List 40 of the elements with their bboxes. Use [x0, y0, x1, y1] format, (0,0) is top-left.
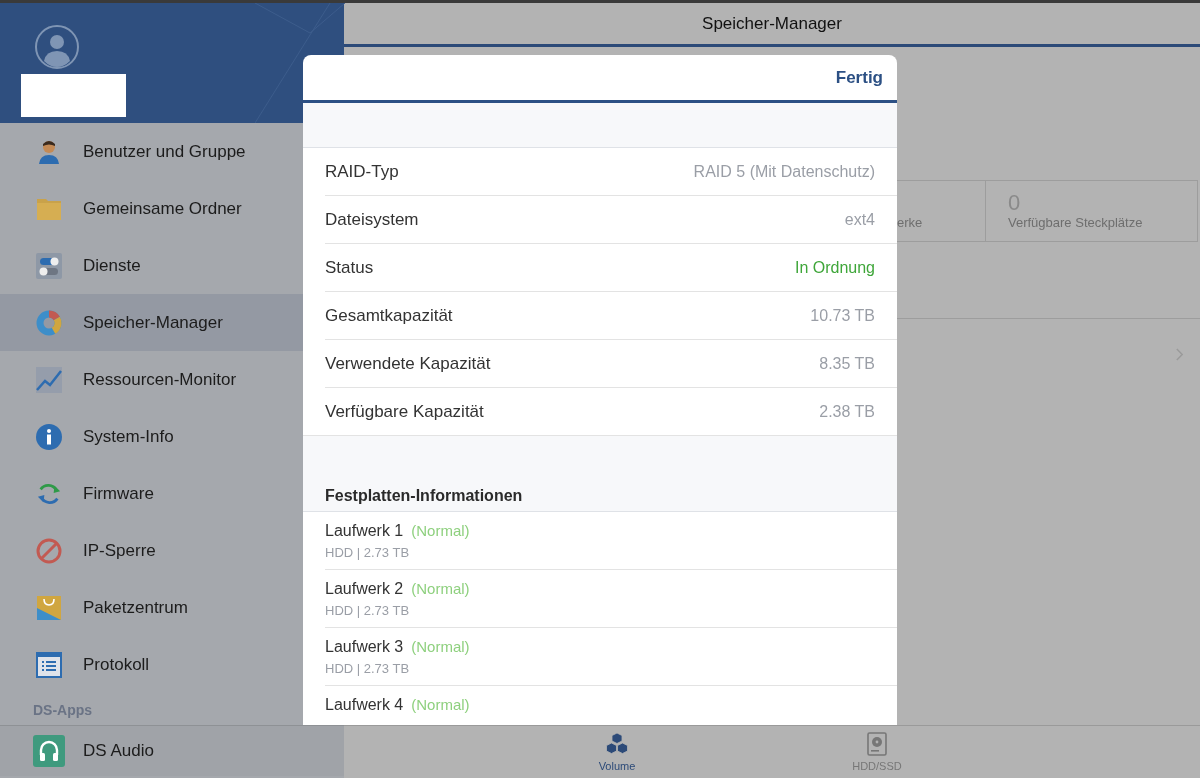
headphones-icon	[33, 735, 65, 767]
property-value: In Ordnung	[794, 258, 875, 277]
prohibited-icon	[36, 537, 62, 564]
sidebar-item[interactable]: DS Audio	[0, 725, 344, 776]
disk-detail: HDD | 2.73 TB	[325, 661, 411, 676]
disk-detail: HDD | 2.73 TB	[325, 545, 411, 560]
donut-chart-icon	[36, 309, 62, 336]
property-value: 10.73 TB	[810, 306, 875, 325]
tab[interactable]: Volume	[556, 726, 678, 778]
info-icon	[36, 423, 62, 450]
disk-name: Laufwerk 4	[325, 696, 404, 714]
disk-status: (Normal)	[411, 638, 470, 655]
chevron-icon	[1175, 346, 1184, 362]
disk-detail: HDD | 2.73 TB	[325, 603, 411, 618]
property-value: 2.38 TB	[819, 402, 875, 421]
disk-status: (Normal)	[411, 522, 470, 539]
property-label: Dateisystem	[325, 209, 419, 230]
shopping-bag-icon	[36, 594, 62, 621]
property-value: RAID 5 (Mit Datenschutz)	[693, 162, 875, 181]
line-chart-icon	[36, 366, 62, 393]
avatar-icon[interactable]	[34, 24, 80, 70]
section-label: DS-Apps	[32, 701, 93, 720]
disk-name: Laufwerk 2	[325, 580, 404, 598]
disk-name: Laufwerk 3	[325, 638, 404, 656]
disk-status: (Normal)	[411, 580, 470, 597]
property-label: Status	[325, 257, 374, 278]
property-value: ext4	[844, 210, 875, 229]
person-icon	[36, 138, 62, 165]
section-heading: Festplatten-Informationen	[325, 487, 523, 505]
toggle-switches-icon	[36, 252, 62, 279]
disk-status: (Normal)	[411, 696, 470, 713]
property-label: RAID-Typ	[325, 161, 399, 182]
list-document-icon	[36, 651, 62, 678]
property-label: Verwendete Kapazität	[325, 353, 491, 374]
property-label: Verfügbare Kapazität	[325, 401, 484, 422]
cubes-icon	[605, 732, 629, 756]
page-title: Speicher-Manager	[702, 13, 842, 34]
disk-name: Laufwerk 1	[325, 522, 404, 540]
property-value: 8.35 TB	[819, 354, 875, 373]
done-button[interactable]: Fertig	[835, 65, 883, 90]
